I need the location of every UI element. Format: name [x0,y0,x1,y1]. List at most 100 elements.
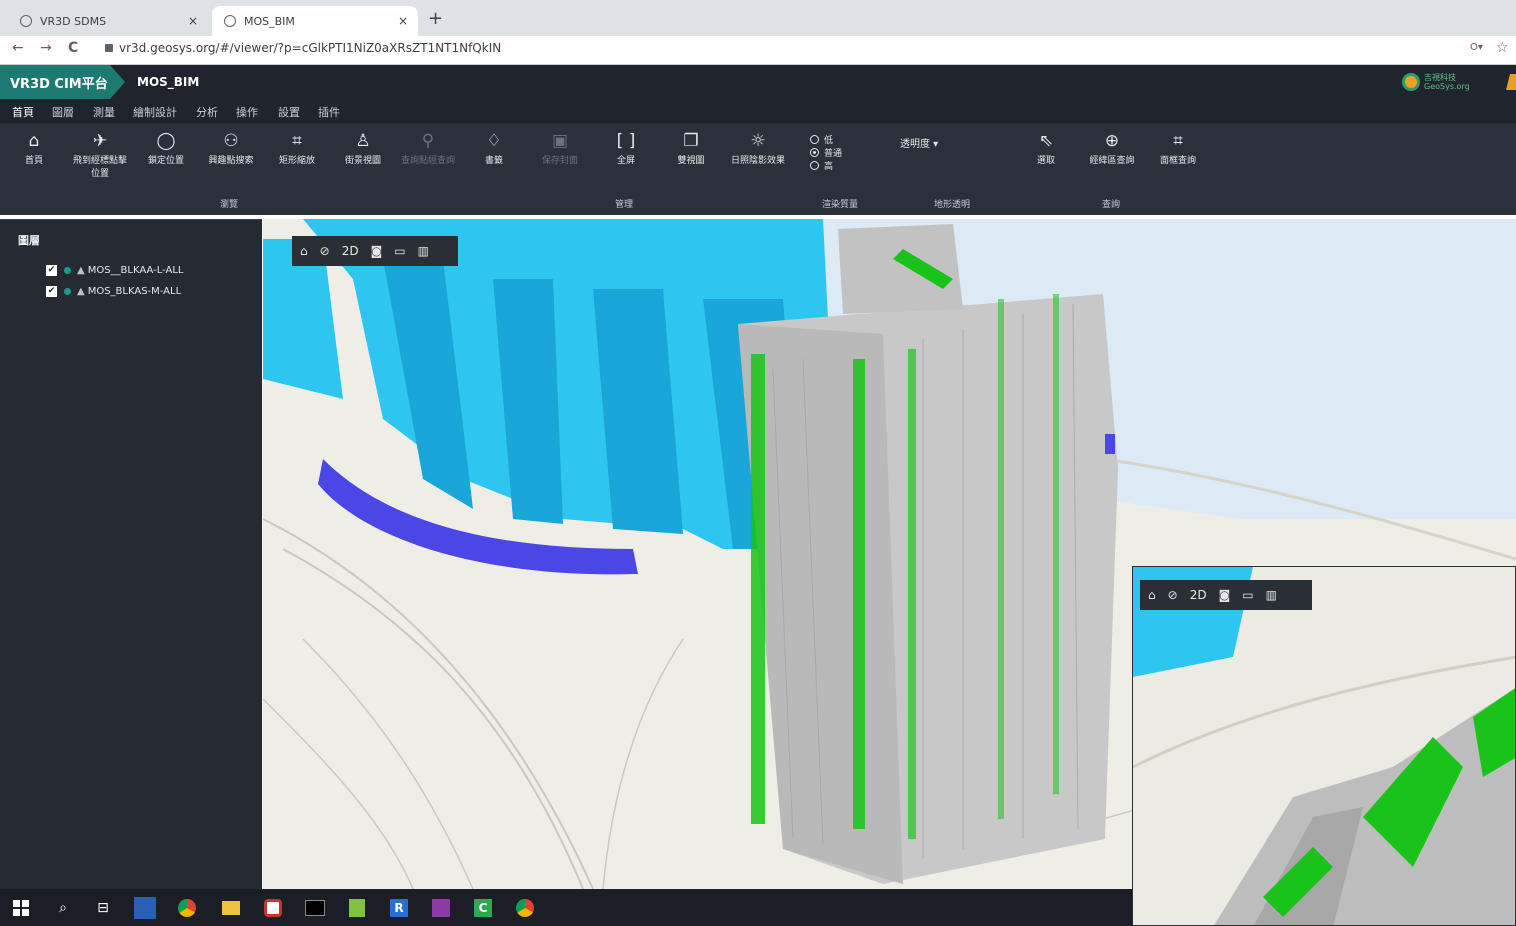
2d-toggle[interactable]: 2D [342,244,359,258]
group-label-manage: 管理 [615,200,634,210]
radio-icon [810,135,819,144]
forward-button[interactable]: → [40,40,52,56]
tool-dual-view[interactable]: ❐ 雙視圖 [659,131,723,166]
compass-icon[interactable]: ⊘ [1168,588,1178,602]
menu-draw-design[interactable]: 繪制設計 [133,104,177,120]
trash-icon[interactable]: ▥ [1266,588,1277,602]
key-icon[interactable]: O▾ [1470,42,1483,53]
new-tab-button[interactable]: + [428,8,443,29]
search-icon[interactable]: ⌕ [52,897,74,919]
tag-icon: ♢ [486,131,502,151]
trash-icon[interactable]: ▥ [418,244,429,258]
globe-icon [20,15,32,27]
viewer-toolbar: ⌂ ⊘ 2D ◙ ▭ ▥ [292,236,458,266]
fullscreen-icon: [ ] [616,131,636,151]
close-tab-icon[interactable]: × [398,14,408,28]
menu-layers[interactable]: 圖層 [52,104,74,120]
tool-lock-position[interactable]: ◯ 鎖定位置 [134,131,198,166]
quality-high[interactable]: 高 [810,159,833,172]
folder-icon[interactable] [220,897,242,919]
save-app-icon[interactable] [134,897,156,919]
menu-analysis[interactable]: 分析 [196,104,218,120]
tab-title: VR3D SDMS [40,14,107,28]
url-field[interactable]: vr3d.geosys.org/#/viewer/?p=cGlkPTI1NiZ0… [105,41,501,55]
tool-save-cover[interactable]: ▣ 保存封面 [528,131,592,166]
checkbox-checked-icon[interactable]: ✔ [46,265,57,276]
layers-panel-title: 圖層 [18,234,40,247]
app-red-icon[interactable] [262,897,284,919]
tool-bookmark[interactable]: ♢ 書籤 [462,131,526,166]
tool-fly-to[interactable]: ✈ 飛到經標點擊位置 [68,131,132,179]
2d-toggle[interactable]: 2D [1190,588,1207,602]
layer-status-dot [64,288,71,295]
layers-panel [0,219,262,890]
home-icon[interactable]: ⌂ [300,244,308,258]
tool-rect-query[interactable]: ⌗ 面框查詢 [1146,131,1210,166]
compass-icon[interactable]: ⊘ [320,244,330,258]
transparency-dropdown[interactable]: 透明度 ▾ [900,135,938,150]
pdf-app-icon[interactable] [430,897,452,919]
home-icon[interactable]: ⌂ [1148,588,1156,602]
group-label-terrain-transparency: 地形透明 [934,200,971,210]
quality-normal[interactable]: 普通 [810,146,842,159]
back-button[interactable]: ← [12,40,24,56]
sun-icon: ☼ [750,131,766,151]
menu-home[interactable]: 首頁 [12,104,34,120]
tool-home[interactable]: ⌂ 首頁 [2,131,66,166]
radio-icon [810,161,819,170]
tool-rect-zoom[interactable]: ⌗ 矩形縮放 [265,131,329,166]
pointer-icon: ⇖ [1038,131,1054,151]
menu-settings[interactable]: 設置 [278,104,300,120]
inset-zoom-view[interactable] [1132,566,1516,926]
menu-measure[interactable]: 測量 [93,104,115,120]
video-icon[interactable]: ▭ [1242,588,1253,602]
notepad-icon[interactable] [346,897,368,919]
camera-icon[interactable]: ◙ [371,244,383,258]
os-taskbar [0,889,1132,926]
rect-zoom-icon: ⌗ [292,131,302,151]
tool-fullscreen[interactable]: [ ] 全屏 [594,131,658,166]
tab-title: MOS_BIM [244,14,295,28]
tool-area-query[interactable]: ⊕ 經緯區查詢 [1080,131,1144,166]
url-text: vr3d.geosys.org/#/viewer/?p=cGlkPTI1NiZ0… [119,41,502,55]
tool-point-query[interactable]: ⚲ 查詢點經查詢 [396,131,460,166]
model-icon: ▲ [77,286,85,297]
browser-tab-mosbim[interactable]: MOS_BIM × [212,6,418,36]
menu-plugins[interactable]: 插件 [318,104,340,120]
brand-title: VR3D CIM平台 [0,65,125,99]
quality-low[interactable]: 低 [810,133,833,146]
task-view-icon[interactable]: ⊟ [92,897,114,919]
tool-street-view[interactable]: ♙ 街景視圖 [331,131,395,166]
layer-item[interactable]: ✔ ▲ MOS__BLKAA-L-ALL [46,265,183,276]
company-logo: 吉視科技 GeoSys.org [1402,72,1474,92]
inset-viewer-toolbar: ⌂ ⊘ 2D ◙ ▭ ▥ [1140,580,1312,610]
terminal-icon[interactable] [304,897,326,919]
globe-icon [224,15,236,27]
checkbox-checked-icon[interactable]: ✔ [46,286,57,297]
browser-tab-sdms[interactable]: VR3D SDMS × [8,6,208,36]
close-tab-icon[interactable]: × [188,14,198,28]
tool-poi-search[interactable]: ⚇ 興趣點搜索 [199,131,263,166]
person-icon: ♙ [355,131,371,151]
app-green-icon[interactable]: C [472,897,494,919]
video-icon[interactable]: ▭ [394,244,405,258]
revit-icon[interactable]: R [388,897,410,919]
chrome-icon[interactable] [176,897,198,919]
start-button-icon[interactable] [10,897,32,919]
group-label-browse: 瀏覽 [220,200,239,210]
star-icon[interactable]: ☆ [1496,40,1509,56]
logo-mark [1402,73,1420,91]
home-icon: ⌂ [28,131,40,151]
nodes-icon: ⚲ [421,131,435,151]
menu-operate[interactable]: 操作 [236,104,258,120]
tool-sun-shadow[interactable]: ☼ 日照陰影效果 [726,131,790,166]
chrome-icon-2[interactable] [514,897,536,919]
binoculars-icon: ⚇ [223,131,239,151]
save-icon: ▣ [551,131,569,151]
tool-select[interactable]: ⇖ 選取 [1014,131,1078,166]
globe-query-icon: ⊕ [1104,131,1120,151]
layer-name: MOS_BLKAS-M-ALL [87,286,182,297]
camera-icon[interactable]: ◙ [1219,588,1231,602]
layer-item[interactable]: ✔ ▲ MOS_BLKAS-M-ALL [46,286,181,297]
reload-button[interactable]: C [68,40,78,56]
